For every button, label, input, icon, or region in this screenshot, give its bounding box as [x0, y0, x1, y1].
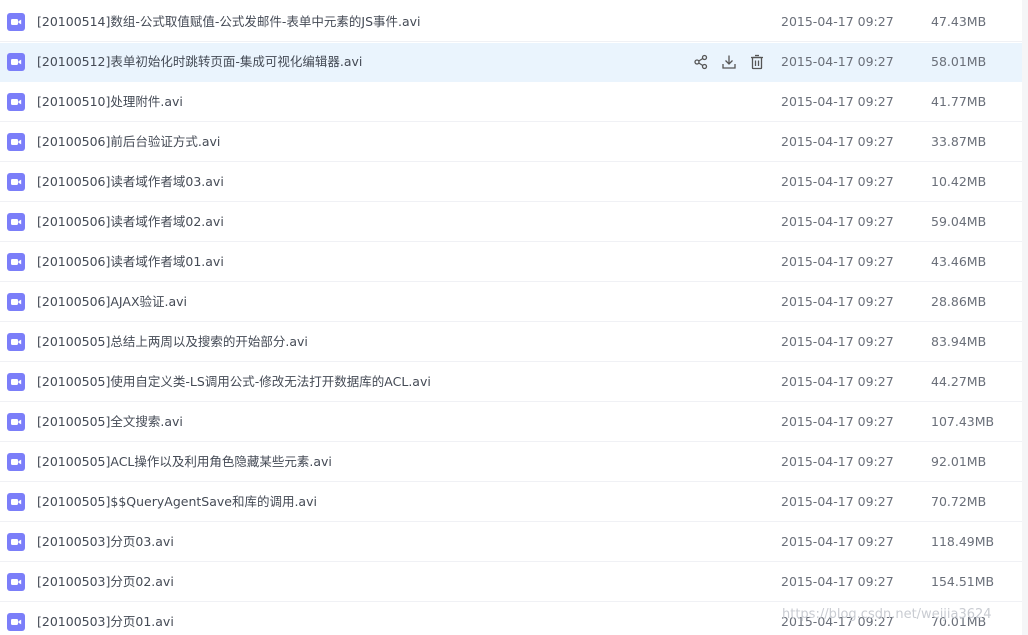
file-row[interactable]: [20100505]全文搜索.avi 2015-04-17 09:27 107.…: [0, 403, 1022, 442]
file-row[interactable]: [20100506]读者域作者域01.avi 2015-04-17 09:27 …: [0, 243, 1022, 282]
file-name[interactable]: [20100503]分页03.avi: [37, 534, 174, 550]
video-file-icon: [7, 453, 25, 471]
file-size: 44.27MB: [931, 374, 987, 389]
file-row[interactable]: [20100505]$$QueryAgentSave和库的调用.avi 2015…: [0, 483, 1022, 522]
video-file-icon: [7, 333, 25, 351]
watermark: https://blog.csdn.net/weijia3624: [782, 607, 992, 622]
video-file-icon: [7, 293, 25, 311]
file-row[interactable]: [20100514]数组-公式取值赋值-公式发邮件-表单中元素的JS事件.avi…: [0, 3, 1022, 42]
delete-icon[interactable]: [748, 53, 766, 71]
file-date: 2015-04-17 09:27: [781, 14, 894, 29]
download-icon[interactable]: [720, 53, 738, 71]
file-name[interactable]: [20100505]全文搜索.avi: [37, 414, 183, 430]
file-date: 2015-04-17 09:27: [781, 94, 894, 109]
file-name[interactable]: [20100514]数组-公式取值赋值-公式发邮件-表单中元素的JS事件.avi: [37, 14, 421, 30]
file-row[interactable]: [20100510]处理附件.avi 2015-04-17 09:27 41.7…: [0, 83, 1022, 122]
file-size: 154.51MB: [931, 574, 995, 589]
file-date: 2015-04-17 09:27: [781, 54, 894, 69]
file-size: 43.46MB: [931, 254, 987, 269]
file-date: 2015-04-17 09:27: [781, 534, 894, 549]
file-date: 2015-04-17 09:27: [781, 574, 894, 589]
file-size: 92.01MB: [931, 454, 987, 469]
file-name[interactable]: [20100505]总结上两周以及搜索的开始部分.avi: [37, 334, 308, 350]
file-row[interactable]: [20100505]使用自定义类-LS调用公式-修改无法打开数据库的ACL.av…: [0, 363, 1022, 402]
file-list: [20100514]数组-公式取值赋值-公式发邮件-表单中元素的JS事件.avi…: [0, 0, 1028, 635]
file-size: 70.72MB: [931, 494, 987, 509]
row-actions: [692, 53, 776, 71]
file-row[interactable]: [20100506]读者域作者域02.avi 2015-04-17 09:27 …: [0, 203, 1022, 242]
file-size: 83.94MB: [931, 334, 987, 349]
file-row[interactable]: [20100505]ACL操作以及利用角色隐藏某些元素.avi 2015-04-…: [0, 443, 1022, 482]
file-name[interactable]: [20100505]使用自定义类-LS调用公式-修改无法打开数据库的ACL.av…: [37, 374, 431, 390]
file-name[interactable]: [20100506]前后台验证方式.avi: [37, 134, 220, 150]
video-file-icon: [7, 613, 25, 631]
video-file-icon: [7, 373, 25, 391]
file-name[interactable]: [20100510]处理附件.avi: [37, 94, 183, 110]
file-row[interactable]: [20100506]读者域作者域03.avi 2015-04-17 09:27 …: [0, 163, 1022, 202]
file-date: 2015-04-17 09:27: [781, 414, 894, 429]
file-name[interactable]: [20100506]读者域作者域02.avi: [37, 214, 224, 230]
file-name[interactable]: [20100506]读者域作者域03.avi: [37, 174, 224, 190]
file-name[interactable]: [20100506]读者域作者域01.avi: [37, 254, 224, 270]
file-date: 2015-04-17 09:27: [781, 334, 894, 349]
file-date: 2015-04-17 09:27: [781, 254, 894, 269]
video-file-icon: [7, 253, 25, 271]
file-size: 58.01MB: [931, 54, 987, 69]
video-file-icon: [7, 133, 25, 151]
file-name[interactable]: [20100505]ACL操作以及利用角色隐藏某些元素.avi: [37, 454, 332, 470]
file-size: 107.43MB: [931, 414, 995, 429]
file-name[interactable]: [20100503]分页02.avi: [37, 574, 174, 590]
video-file-icon: [7, 493, 25, 511]
share-icon[interactable]: [692, 53, 710, 71]
file-name[interactable]: [20100505]$$QueryAgentSave和库的调用.avi: [37, 494, 317, 510]
scrollbar[interactable]: [1022, 0, 1028, 635]
file-date: 2015-04-17 09:27: [781, 494, 894, 509]
video-file-icon: [7, 533, 25, 551]
file-row[interactable]: [20100506]AJAX验证.avi 2015-04-17 09:27 28…: [0, 283, 1022, 322]
video-file-icon: [7, 213, 25, 231]
file-name[interactable]: [20100512]表单初始化时跳转页面-集成可视化编辑器.avi: [37, 54, 362, 70]
file-row[interactable]: [20100506]前后台验证方式.avi 2015-04-17 09:27 3…: [0, 123, 1022, 162]
file-date: 2015-04-17 09:27: [781, 454, 894, 469]
file-size: 59.04MB: [931, 214, 987, 229]
video-file-icon: [7, 413, 25, 431]
file-size: 28.86MB: [931, 294, 987, 309]
video-file-icon: [7, 93, 25, 111]
file-row[interactable]: [20100512]表单初始化时跳转页面-集成可视化编辑器.avi 2015-0…: [0, 43, 1022, 82]
video-file-icon: [7, 13, 25, 31]
file-name[interactable]: [20100506]AJAX验证.avi: [37, 294, 187, 310]
file-name[interactable]: [20100503]分页01.avi: [37, 614, 174, 630]
file-size: 10.42MB: [931, 174, 987, 189]
file-date: 2015-04-17 09:27: [781, 174, 894, 189]
file-row[interactable]: [20100503]分页02.avi 2015-04-17 09:27 154.…: [0, 563, 1022, 602]
file-date: 2015-04-17 09:27: [781, 294, 894, 309]
file-size: 118.49MB: [931, 534, 995, 549]
file-date: 2015-04-17 09:27: [781, 374, 894, 389]
file-date: 2015-04-17 09:27: [781, 134, 894, 149]
video-file-icon: [7, 53, 25, 71]
file-size: 33.87MB: [931, 134, 987, 149]
file-row[interactable]: [20100503]分页03.avi 2015-04-17 09:27 118.…: [0, 523, 1022, 562]
video-file-icon: [7, 573, 25, 591]
file-date: 2015-04-17 09:27: [781, 214, 894, 229]
file-size: 41.77MB: [931, 94, 987, 109]
file-size: 47.43MB: [931, 14, 987, 29]
video-file-icon: [7, 173, 25, 191]
file-row[interactable]: [20100505]总结上两周以及搜索的开始部分.avi 2015-04-17 …: [0, 323, 1022, 362]
